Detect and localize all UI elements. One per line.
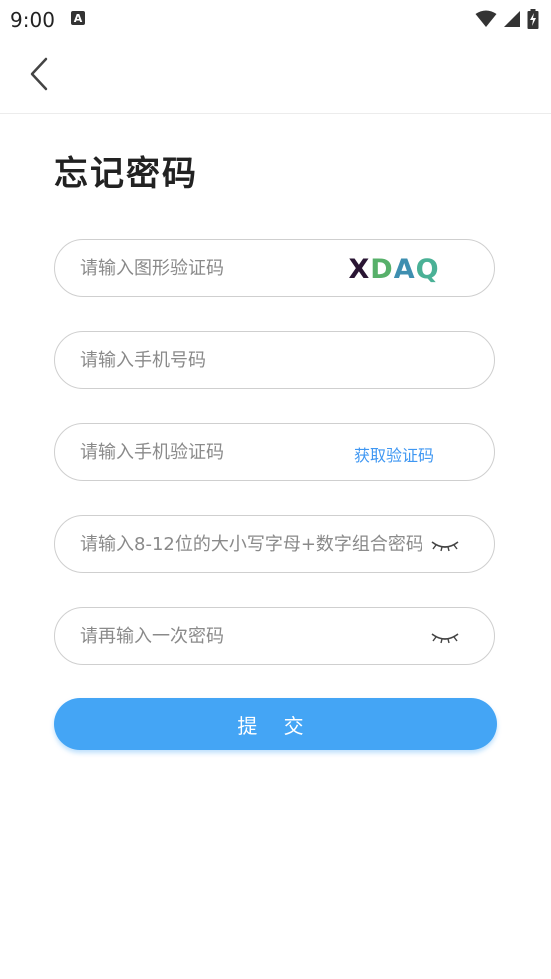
captcha-char: D [370,253,394,285]
phone-field [54,331,495,389]
status-icons [475,9,539,29]
captcha-char: X [348,253,371,285]
eye-closed-icon[interactable] [430,626,460,646]
wifi-icon [475,10,497,27]
phone-input[interactable] [78,339,494,381]
captcha-field: X D A Q [54,239,495,297]
signal-icon [504,11,520,27]
captcha-char: Q [415,253,440,285]
captcha-image[interactable]: X D A Q [338,253,450,285]
confirm-password-field [54,607,495,665]
password-field [54,515,495,573]
submit-button[interactable]: 提 交 [54,698,497,750]
status-time: 9:00 [10,8,55,32]
battery-icon [527,9,539,29]
sms-field: 获取验证码 [54,423,495,481]
notification-a-icon: A [71,11,85,25]
captcha-char: A [393,253,416,285]
get-code-button[interactable]: 获取验证码 [354,442,434,466]
chevron-left-icon [30,57,48,91]
app-bar [0,38,551,114]
status-bar: 9:00 A [0,0,551,38]
eye-closed-icon[interactable] [430,534,460,554]
back-button[interactable] [22,52,56,96]
password-input[interactable] [78,523,424,565]
confirm-password-input[interactable] [78,615,424,657]
page-title: 忘记密码 [54,154,198,194]
